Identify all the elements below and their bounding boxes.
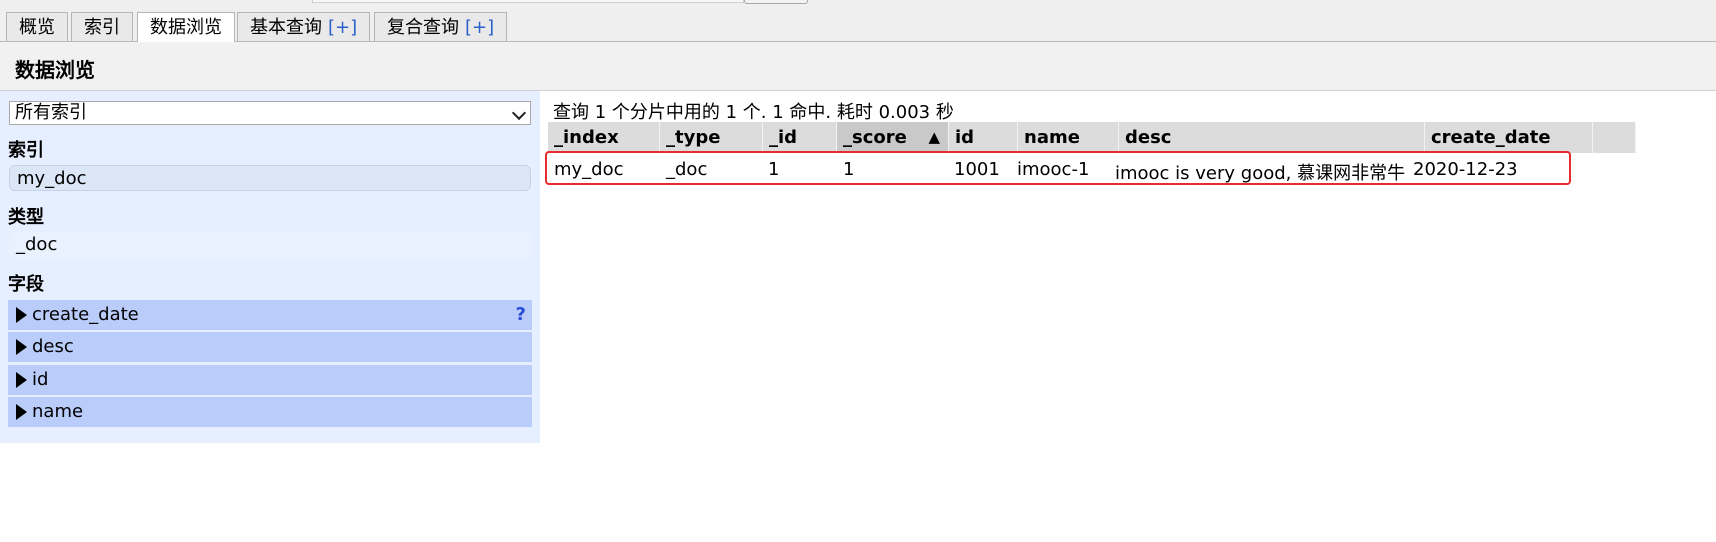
tab-label: 索引 <box>84 17 120 38</box>
field-item-desc[interactable]: desc <box>8 332 532 362</box>
index-section-title: 索引 <box>8 140 44 161</box>
tab-plus[interactable]: [+] <box>465 17 494 38</box>
tab-overview[interactable]: 概览 <box>6 12 68 41</box>
caret-right-icon <box>16 339 27 355</box>
cell-desc: imooc is very good, 慕课网非常牛 <box>1115 163 1406 184</box>
tab-label: 复合查询 <box>387 17 459 38</box>
caret-right-icon <box>16 307 27 323</box>
cell-id: 1001 <box>954 159 1000 180</box>
column-header-id[interactable]: id <box>949 122 1018 153</box>
field-label: create_date <box>32 304 139 325</box>
field-item-id[interactable]: id <box>8 365 532 395</box>
index-select-value: 所有索引 <box>15 102 87 123</box>
tab-basic-query[interactable]: 基本查询 [+] <box>237 12 371 41</box>
type-section-title: 类型 <box>8 207 44 228</box>
chevron-down-icon <box>511 105 527 121</box>
column-header-name[interactable]: name <box>1018 122 1119 153</box>
field-label: desc <box>32 336 74 357</box>
top-search-input[interactable] <box>312 0 744 3</box>
tab-bar: 概览 索引 数据浏览 基本查询 [+] 复合查询 [+] <box>0 0 1716 42</box>
cell-id-meta: 1 <box>768 159 780 180</box>
help-icon[interactable]: ? <box>516 300 526 330</box>
tab-compound-query[interactable]: 复合查询 [+] <box>374 12 508 41</box>
results-table-header: _index _type _id _score ▲ id name desc c… <box>548 122 1636 153</box>
tab-plus[interactable]: [+] <box>328 17 357 38</box>
cell-score: 1 <box>843 159 855 180</box>
sidebar: 所有索引 索引 my_doc 类型 _doc 字段 create_date ? … <box>0 91 540 443</box>
column-header-id-meta[interactable]: _id <box>763 122 837 153</box>
column-header-type[interactable]: _type <box>660 122 763 153</box>
sort-asc-icon: ▲ <box>928 128 940 146</box>
tab-label: 基本查询 <box>250 17 322 38</box>
column-header-desc[interactable]: desc <box>1119 122 1425 153</box>
field-label: name <box>32 401 84 422</box>
cell-index: my_doc <box>554 159 624 180</box>
column-header-label: _score <box>843 127 907 148</box>
cell-type: _doc <box>666 159 708 180</box>
query-summary: 查询 1 个分片中用的 1 个. 1 命中. 耗时 0.003 秒 <box>553 102 954 123</box>
column-header-index[interactable]: _index <box>548 122 660 153</box>
field-item-name[interactable]: name <box>8 397 532 427</box>
caret-right-icon <box>16 372 27 388</box>
column-header-spacer <box>1593 122 1636 153</box>
tab-indices[interactable]: 索引 <box>71 12 133 41</box>
cell-name: imooc-1 <box>1017 159 1090 180</box>
field-label: id <box>32 369 49 390</box>
index-select[interactable]: 所有索引 <box>9 101 531 125</box>
type-filter-item[interactable]: _doc <box>9 232 531 258</box>
index-filter-item[interactable]: my_doc <box>9 165 531 191</box>
column-header-score[interactable]: _score ▲ <box>837 122 949 153</box>
top-button[interactable] <box>744 0 808 4</box>
page-title: 数据浏览 <box>15 58 95 82</box>
column-header-create-date[interactable]: create_date <box>1425 122 1593 153</box>
tab-browser[interactable]: 数据浏览 <box>137 12 235 42</box>
tab-label: 数据浏览 <box>150 17 222 38</box>
caret-right-icon <box>16 404 27 420</box>
fields-section-title: 字段 <box>8 274 44 295</box>
page-header: 数据浏览 <box>0 42 1716 91</box>
tab-label: 概览 <box>19 17 55 38</box>
cell-create-date: 2020-12-23 <box>1413 159 1518 180</box>
field-item-create-date[interactable]: create_date ? <box>8 300 532 330</box>
